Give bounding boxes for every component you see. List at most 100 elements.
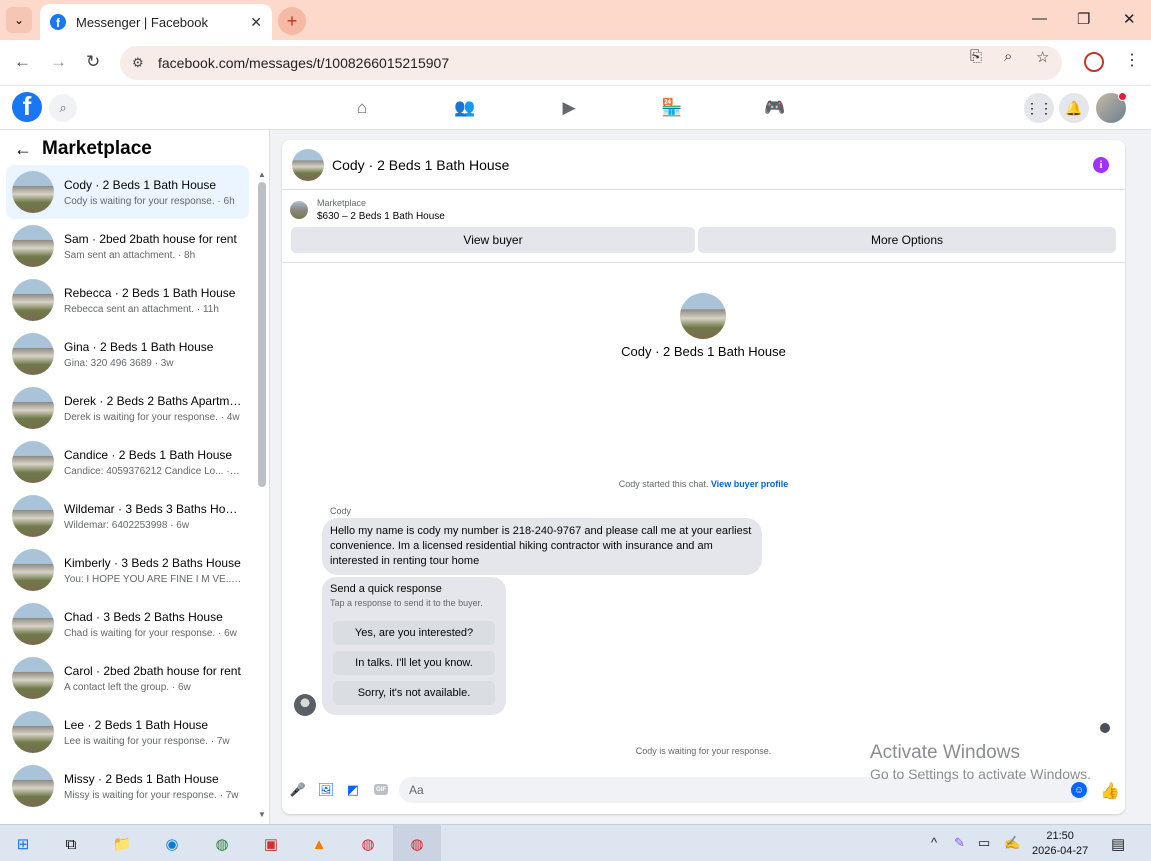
photo-icon[interactable]: 🖼 [318,782,335,798]
restore-icon[interactable]: ❐ [1077,10,1090,28]
conversation-name: Derek · 2 Beds 2 Baths Apartme... [64,393,242,408]
vlc-icon[interactable]: ▲ [306,831,332,857]
conversation-name: Candice · 2 Beds 1 Bath House [64,447,233,462]
sidebar-title: Marketplace [42,138,152,159]
chrome-active-icon[interactable]: ◍ [404,831,430,857]
listing-thumbnail [12,495,54,537]
network-icon[interactable]: ▭ [978,835,990,851]
star-icon[interactable]: ☆ [1036,48,1049,66]
conversation-item[interactable]: Cody · 2 Beds 1 Bath House Cody is waitin… [6,165,249,219]
conversation-preview: Sam sent an attachment. · 8h [64,249,196,261]
edge-icon[interactable]: ◉ [159,831,185,857]
thumbs-up-icon[interactable]: 👍 [1100,781,1120,801]
watermark-line1: Activate Windows [870,742,1020,763]
install-app-icon[interactable]: ⎘ [970,48,982,65]
file-explorer-icon[interactable]: 📁 [109,831,135,857]
friends-icon[interactable]: 👥 [453,96,477,120]
conversation-preview: A contact left the group. · 6w [64,681,191,693]
close-tab-icon[interactable]: ✕ [250,14,262,31]
clock-time: 21:50 [1046,830,1074,842]
tray-chevron-icon[interactable]: ^ [931,835,937,850]
chat-title[interactable]: Cody · 2 Beds 1 Bath House [332,157,509,173]
more-options-button[interactable]: More Options [698,227,1116,253]
conversation-item[interactable]: Lee · 2 Beds 1 Bath House Lee is waiting … [6,705,249,759]
menu-grid-icon[interactable]: ⋮⋮ [1024,93,1054,123]
chat-avatar[interactable] [292,148,324,181]
chrome-profile-icon[interactable]: ◍ [209,831,235,857]
close-window-icon[interactable]: ✕ [1123,10,1136,28]
media-app-icon[interactable]: ▣ [258,831,284,857]
divider [282,262,1125,263]
facebook-header: f ⌕ ⌂ 👥 ▶ 🏪 🎮 ⋮⋮ 🔔 [0,86,1151,130]
conversation-name: Kimberly · 3 Beds 2 Baths House [64,555,241,570]
conversation-name: Carol · 2bed 2bath house for rent [64,663,241,678]
zoom-icon[interactable]: ⌕ [1004,48,1012,65]
view-buyer-button[interactable]: View buyer [291,227,695,253]
task-view-icon[interactable]: ⧉ [58,831,84,857]
browser-tab[interactable]: f Messenger | Facebook ✕ [40,4,272,40]
view-buyer-profile-link[interactable]: View buyer profile [711,479,788,489]
menu-icon[interactable]: ⋮ [1124,50,1140,70]
chrome-icon[interactable]: ◍ [355,831,381,857]
conversation-item[interactable]: Derek · 2 Beds 2 Baths Apartme... Derek i… [6,381,249,435]
scroll-up-icon[interactable]: ▲ [258,170,266,179]
listing-thumbnail [12,711,54,753]
sender-avatar [294,694,316,716]
conversation-preview: Candice: 4059376212 Candice Lo... · 4w [64,465,242,477]
conversation-item[interactable]: Gina · 2 Beds 1 Bath House Gina: 320 496 … [6,327,249,381]
conversation-item[interactable]: Wildemar · 3 Beds 3 Baths House Wildemar:… [6,489,249,543]
conversation-item[interactable]: Chad · 3 Beds 2 Baths House Chad is waiti… [6,597,249,651]
site-settings-icon[interactable]: ⚙ [132,55,154,71]
forward-icon[interactable]: → [50,52,67,72]
gif-icon[interactable]: GIF [374,784,388,795]
tab-search-dropdown-icon[interactable]: ⌄ [6,7,32,33]
reload-icon[interactable]: ↻ [86,52,100,72]
facebook-favicon: f [50,14,66,30]
conversation-preview: Chad is waiting for your response. · 6w [64,627,237,639]
marketplace-sidebar: ← Marketplace Cody · 2 Beds 1 Bath House… [0,130,270,824]
listing-thumbnail [12,279,54,321]
listing-thumbnail [290,201,308,219]
conversation-item[interactable]: Kimberly · 3 Beds 2 Baths House You: I HO… [6,543,249,597]
conversation-item[interactable]: Rebecca · 2 Beds 1 Bath House Rebecca sen… [6,273,249,327]
conversation-item[interactable]: Sam · 2bed 2bath house for rent Sam sent … [6,219,249,273]
new-tab-button[interactable]: + [278,7,306,35]
back-arrow-icon[interactable]: ← [14,139,32,160]
emoji-icon[interactable]: ☺ [1071,782,1087,798]
url-bar[interactable]: ⚙ facebook.com/messages/t/10082660152159… [120,46,1062,80]
conversation-name: Chad · 3 Beds 2 Baths House [64,609,223,624]
info-icon[interactable]: i [1093,157,1109,173]
system-clock[interactable]: 21:50 2026-04-27 [1032,829,1088,859]
quick-reply-button[interactable]: In talks. I'll let you know. [333,651,495,675]
profile-icon[interactable] [1084,52,1104,72]
marketplace-icon[interactable]: 🏪 [660,96,684,120]
conversation-item[interactable]: Missy · 2 Beds 1 Bath House Missy is wait… [6,759,249,813]
conversation-preview: Missy is waiting for your response. · 7w [64,789,239,801]
microphone-icon[interactable]: 🎤 [290,782,306,798]
conversation-item[interactable]: Carol · 2bed 2bath house for rent A conta… [6,651,249,705]
account-avatar[interactable] [1096,92,1127,123]
conversation-preview: Gina: 320 496 3689 · 3w [64,357,174,369]
quick-reply-button[interactable]: Yes, are you interested? [333,621,495,645]
notifications-icon[interactable]: 🔔 [1059,93,1089,123]
search-icon[interactable]: ⌕ [49,94,77,122]
scroll-down-icon[interactable]: ▼ [258,810,266,819]
video-icon[interactable]: ▶ [557,96,581,120]
home-icon[interactable]: ⌂ [350,96,374,120]
conversation-preview: Derek is waiting for your response. · 4w [64,411,240,423]
facebook-logo[interactable]: f [12,92,42,122]
notification-center-icon[interactable]: ▤ [1111,835,1125,853]
conversation-preview: Lee is waiting for your response. · 7w [64,735,230,747]
listing-row[interactable]: Marketplace $630 – 2 Beds 1 Bath House [290,198,445,222]
sticker-icon[interactable]: ◩ [345,782,361,798]
pen-icon[interactable]: ✎ [954,835,965,851]
sidebar-scrollbar[interactable] [258,182,266,487]
back-icon[interactable]: ← [14,52,31,72]
conversation-name: Gina · 2 Beds 1 Bath House [64,339,214,354]
input-icon[interactable]: ✍ [1004,835,1020,851]
gaming-icon[interactable]: 🎮 [763,96,787,120]
conversation-item[interactable]: Candice · 2 Beds 1 Bath House Candice: 40… [6,435,249,489]
minimize-icon[interactable]: — [1032,10,1047,27]
windows-start-icon[interactable]: ⊞ [10,831,36,857]
quick-reply-button[interactable]: Sorry, it's not available. [333,681,495,705]
